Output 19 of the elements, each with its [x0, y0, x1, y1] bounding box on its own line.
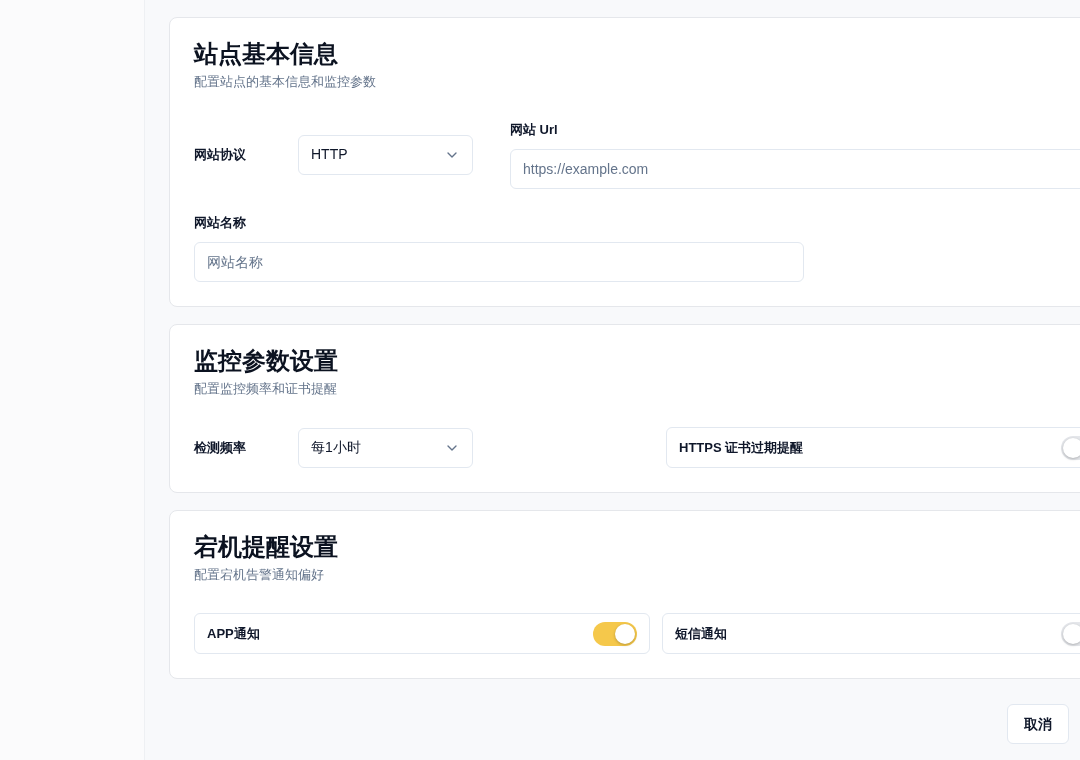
toggle-switch[interactable] — [593, 621, 637, 646]
select-field[interactable]: 每1小时 — [298, 427, 473, 468]
field-label: 检测频率 — [194, 438, 247, 457]
toggle-label: HTTPS 证书过期提醒 — [679, 438, 804, 457]
field-label: 网站协议 — [194, 145, 247, 164]
card-subtitle: 配置宕机告警通知偏好 — [194, 566, 325, 584]
card-subtitle: 配置站点的基本信息和监控参数 — [194, 73, 377, 91]
toggle-label: APP通知 — [207, 624, 260, 643]
toggle-label: 短信通知 — [675, 624, 727, 643]
card-title: 站点基本信息 — [194, 39, 339, 69]
text-input-field[interactable]: 网站名称 — [194, 242, 804, 282]
card-subtitle: 配置监控频率和证书提醒 — [194, 380, 338, 398]
card-title: 宕机提醒设置 — [194, 532, 339, 562]
field-label: 网站 Url — [510, 121, 559, 139]
text-input-field[interactable]: https://example.com — [510, 149, 1080, 189]
select-field[interactable]: HTTP — [298, 134, 473, 175]
card-title: 监控参数设置 — [194, 346, 339, 376]
field-label: 网站名称 — [194, 214, 247, 232]
cancel-button[interactable]: 取消 — [1007, 704, 1069, 744]
